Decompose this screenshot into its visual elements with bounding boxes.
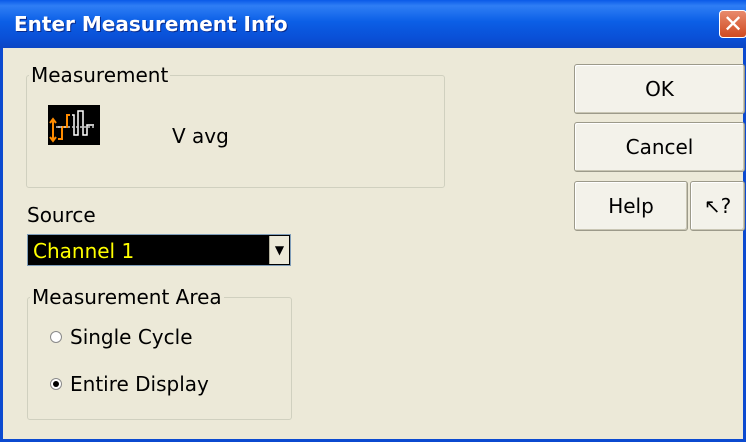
pointer-question-icon: ↖? (703, 194, 732, 218)
v-avg-measurement-icon (48, 105, 100, 145)
measurement-area-group: Measurement Area (27, 285, 292, 420)
cancel-button[interactable]: Cancel (574, 122, 745, 172)
close-button[interactable]: ✕ (719, 10, 746, 38)
radio-single-cycle[interactable]: Single Cycle (50, 325, 193, 349)
radio-label: Entire Display (70, 372, 209, 396)
measurement-area-label: Measurement Area (32, 285, 222, 309)
source-select[interactable]: Channel 1 ▼ (27, 234, 291, 266)
title-bar: Enter Measurement Info ✕ (0, 0, 746, 48)
ok-button[interactable]: OK (574, 64, 745, 114)
whats-this-button[interactable]: ↖? (690, 181, 745, 231)
source-selected-value: Channel 1 (33, 239, 135, 263)
radio-entire-display[interactable]: Entire Display (50, 372, 209, 396)
chevron-down-icon[interactable]: ▼ (269, 236, 289, 264)
radio-label: Single Cycle (70, 325, 193, 349)
radio-button-unchecked[interactable] (50, 331, 62, 343)
measurement-name: V avg (172, 124, 229, 148)
radio-button-checked[interactable] (50, 378, 62, 390)
source-label: Source (27, 203, 96, 227)
close-icon: ✕ (722, 10, 744, 38)
window-title: Enter Measurement Info (14, 12, 288, 36)
help-button[interactable]: Help (574, 181, 688, 231)
measurement-group-label: Measurement (31, 63, 169, 87)
